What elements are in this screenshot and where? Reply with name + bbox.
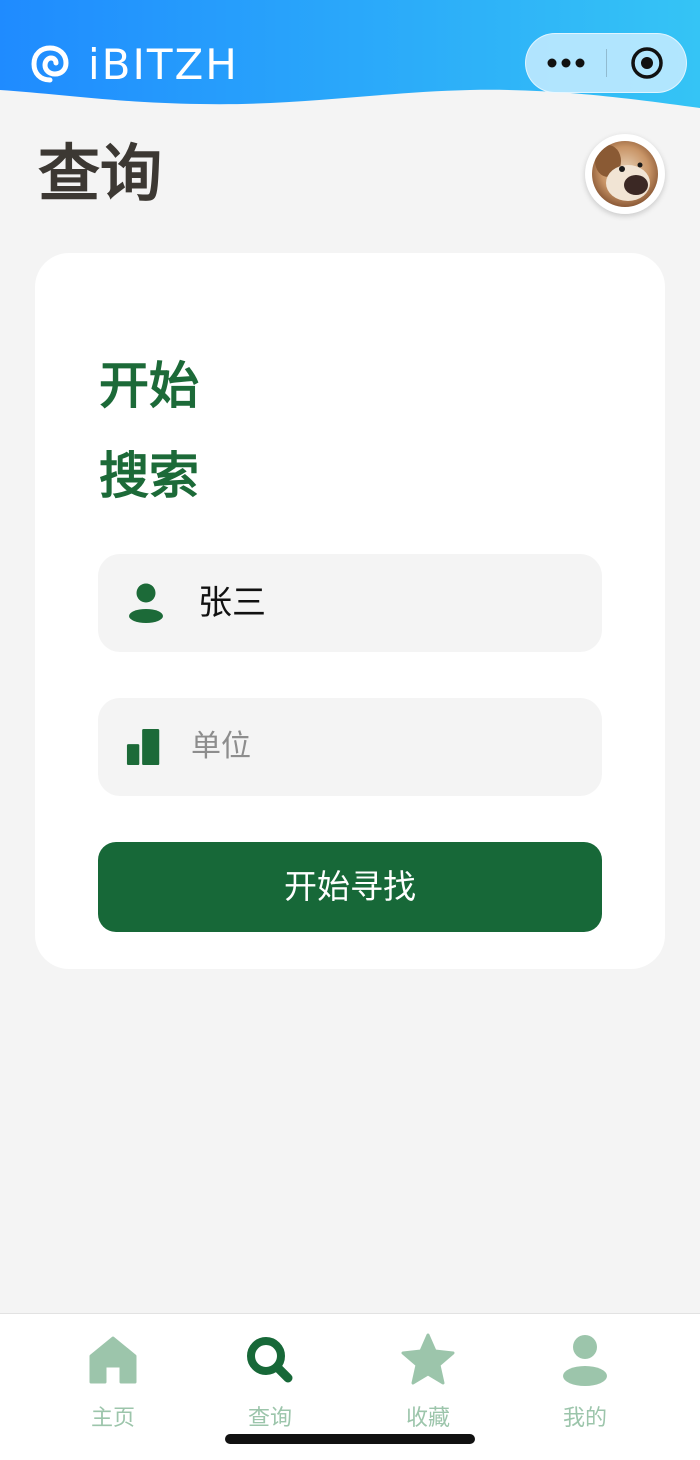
home-indicator	[225, 1434, 475, 1444]
tab-search-label: 查询	[247, 1406, 292, 1431]
tab-profile[interactable]: 我的	[525, 1332, 645, 1442]
page-title: 查询	[38, 137, 163, 210]
card-heading-line1: 开始	[99, 357, 199, 415]
spiral-logo-icon	[31, 45, 69, 83]
tab-favorites-label: 收藏	[405, 1406, 450, 1431]
tab-home-label: 主页	[90, 1406, 135, 1431]
tab-favorites[interactable]: 收藏	[368, 1332, 488, 1442]
dog-avatar-image	[592, 141, 658, 207]
top-nav-bar: iBITZH	[0, 0, 700, 130]
app-logo: iBITZH	[26, 38, 239, 90]
start-search-button[interactable]: 开始寻找	[98, 842, 602, 932]
organization-field[interactable]: 单位	[98, 698, 602, 796]
tab-profile-label: 我的	[562, 1406, 607, 1431]
person-icon	[129, 583, 163, 623]
organization-field-placeholder: 单位	[191, 729, 251, 764]
home-icon	[89, 1336, 137, 1384]
user-icon	[563, 1335, 607, 1386]
card-heading-line2: 搜索	[99, 447, 199, 505]
mini-program-capsule	[525, 33, 687, 93]
avatar[interactable]	[585, 134, 665, 214]
search-card: 开始 搜索 张三 单位 开始寻找	[35, 253, 665, 969]
tab-search[interactable]: 查询	[210, 1332, 330, 1442]
star-icon	[401, 1333, 455, 1385]
name-field[interactable]: 张三	[98, 554, 602, 652]
more-button[interactable]	[526, 34, 606, 92]
target-circle-icon	[631, 47, 663, 79]
name-field-value: 张三	[198, 583, 266, 623]
close-button[interactable]	[607, 34, 687, 92]
tab-home[interactable]: 主页	[53, 1332, 173, 1442]
app-name: iBITZH	[88, 39, 239, 89]
more-dots-icon	[547, 58, 585, 68]
bar-chart-icon	[126, 728, 160, 766]
search-icon	[247, 1337, 293, 1383]
card-heading: 开始 搜索	[99, 341, 199, 521]
